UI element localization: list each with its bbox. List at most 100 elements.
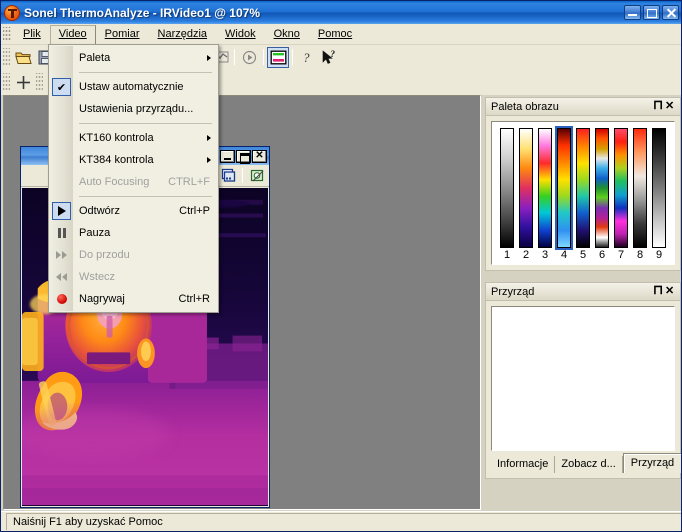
menu-item-auto-focusing: Auto Focusing CTRL+F (49, 171, 218, 193)
instrument-panel: Przyrząd InformacjeZobacz d...Przyrząd (485, 282, 681, 479)
instrument-panel-title: Przyrząd (491, 285, 535, 298)
menu-pomoc[interactable]: Pomoc (309, 25, 361, 43)
instrument-panel-header: Przyrząd (485, 282, 681, 300)
toolbar2-grip-end-icon[interactable] (36, 73, 43, 91)
right-dock: Paleta obrazu 123456789 Przyrząd Informa… (485, 97, 681, 511)
menu-item-label: Pauza (79, 227, 111, 239)
instrument-panel-body: Informacje Zobacz d... Przyrząd (485, 300, 681, 479)
palette-strip-red-magenta[interactable] (614, 128, 628, 248)
menu-item-accelerator: Ctrl+R (178, 293, 210, 305)
menu-separator (79, 72, 212, 73)
open-folder-icon[interactable] (12, 47, 34, 68)
mdi-close-button[interactable] (252, 148, 267, 163)
menu-item-ustaw-automatycznie[interactable]: Ustaw automatycznie (49, 76, 218, 98)
menu-widok[interactable]: Widok (216, 25, 265, 43)
record-icon (52, 290, 71, 308)
toolbar-grip-icon[interactable] (3, 48, 10, 66)
application-window: Sonel ThermoAnalyze - IRVideo1 @ 107% Pl… (0, 0, 682, 532)
status-message: Naiśnij F1 aby uzyskać Pomoc (6, 513, 681, 530)
menu-item-label: Ustaw automatycznie (79, 81, 184, 93)
palette-strip-grayscale[interactable] (652, 128, 666, 248)
tab-przyrz-d[interactable]: Przyrząd (622, 453, 681, 473)
pin-icon[interactable] (651, 97, 664, 113)
menu-item-wstecz: Wstecz (49, 266, 218, 288)
tile-layout-icon[interactable] (218, 166, 238, 185)
minimize-button[interactable] (624, 5, 641, 20)
menu-item-ustawienia-przyrządu[interactable]: Ustawienia przyrządu... (49, 98, 218, 120)
mdi-maximize-button[interactable] (236, 149, 251, 164)
menu-item-pauza[interactable]: Pauza (49, 222, 218, 244)
toolbar-separator (263, 49, 264, 65)
menu-item-label: KT384 kontrola (79, 154, 154, 166)
close-icon[interactable] (664, 284, 677, 298)
fast-forward-icon (52, 246, 71, 264)
menu-item-label: Do przodu (79, 249, 130, 261)
toolbar2-grip-icon[interactable] (3, 73, 10, 91)
crosshair-icon[interactable] (12, 72, 34, 93)
palette-strip-rainbow-dark[interactable] (576, 128, 590, 248)
menu-item-kt384-kontrola[interactable]: KT384 kontrola (49, 149, 218, 171)
palette-option-2[interactable]: 2 (518, 128, 534, 262)
palette-option-1[interactable]: 1 (499, 128, 515, 262)
status-bar: Naiśnij F1 aby uzyskać Pomoc (1, 511, 681, 531)
palette-strip-magenta-rainbow[interactable] (538, 128, 552, 248)
tab-zobacz-d[interactable]: Zobacz d... (555, 456, 623, 473)
tab-informacje[interactable]: Informacje (491, 456, 556, 473)
menu-item-paleta[interactable]: Paleta (49, 47, 218, 69)
menu-plik[interactable]: Plik (14, 25, 50, 43)
context-help-icon[interactable]: ? (318, 47, 340, 68)
menu-item-do-przodu: Do przodu (49, 244, 218, 266)
palette-option-4[interactable]: 4 (555, 126, 573, 262)
menu-bar: Plik Video Pomiar Narzędzia Widok Okno P… (1, 24, 681, 45)
menu-item-accelerator: Ctrl+P (179, 205, 210, 217)
menu-item-odtwórz[interactable]: Odtwórz Ctrl+P (49, 200, 218, 222)
menu-pomiar[interactable]: Pomiar (96, 25, 149, 43)
palette-strip-red-white-black[interactable] (633, 128, 647, 248)
help-icon[interactable]: ? (296, 47, 318, 68)
palette-panel-title: Paleta obrazu (491, 100, 559, 113)
palette-option-6[interactable]: 6 (594, 128, 610, 262)
menu-item-kt160-kontrola[interactable]: KT160 kontrola (49, 127, 218, 149)
window-title: Sonel ThermoAnalyze - IRVideo1 @ 107% (24, 5, 260, 20)
menu-narzedzia[interactable]: Narzędzia (149, 25, 217, 43)
snapshot-icon[interactable] (247, 166, 267, 185)
palette-option-3[interactable]: 3 (537, 128, 553, 262)
palette-panel-header: Paleta obrazu (485, 97, 681, 115)
palette-strip-grayscale-inverted[interactable] (500, 128, 514, 248)
palette-option-8[interactable]: 8 (632, 128, 648, 262)
menu-item-label: Auto Focusing (79, 176, 150, 188)
menu-video[interactable]: Video (49, 24, 96, 44)
palette-option-5[interactable]: 5 (575, 128, 591, 262)
palette-number: 8 (636, 249, 644, 261)
palette-option-7[interactable]: 7 (613, 128, 629, 262)
submenu-arrow-icon (207, 55, 211, 61)
thermo-app-icon[interactable] (4, 4, 20, 21)
pin-icon[interactable] (651, 282, 664, 298)
video-dropdown-menu: Paleta Ustaw automatycznie Ustawienia przy… (48, 44, 219, 313)
palette-list: 123456789 (491, 121, 675, 265)
window-controls (624, 5, 679, 20)
close-icon[interactable] (664, 99, 677, 113)
instrument-content[interactable] (491, 306, 675, 451)
svg-text:?: ? (303, 50, 310, 65)
menu-okno[interactable]: Okno (265, 25, 309, 43)
close-button[interactable] (662, 5, 679, 20)
menu-grip-icon[interactable] (3, 26, 11, 42)
pause-icon (52, 224, 71, 242)
palette-number: 7 (617, 249, 625, 261)
maximize-button[interactable] (643, 5, 660, 20)
palette-option-9[interactable]: 9 (651, 128, 667, 262)
palette-number: 6 (598, 249, 606, 261)
menu-item-label: Wstecz (79, 271, 116, 283)
menu-item-nagrywaj[interactable]: Nagrywaj Ctrl+R (49, 288, 218, 310)
toolbar-separator (234, 49, 235, 65)
palette-strip-iron-cyan[interactable] (555, 126, 573, 250)
palette-bar-icon[interactable] (267, 46, 289, 68)
palette-strip-amber-violet[interactable] (519, 128, 533, 248)
menu-item-label: Odtwórz (79, 205, 120, 217)
mdi-minimize-button[interactable] (220, 149, 235, 163)
palette-strip-banded-rainbow[interactable] (595, 128, 609, 248)
svg-text:?: ? (330, 50, 335, 59)
palette-number: 2 (522, 249, 530, 261)
play-circle-icon[interactable] (238, 47, 260, 68)
